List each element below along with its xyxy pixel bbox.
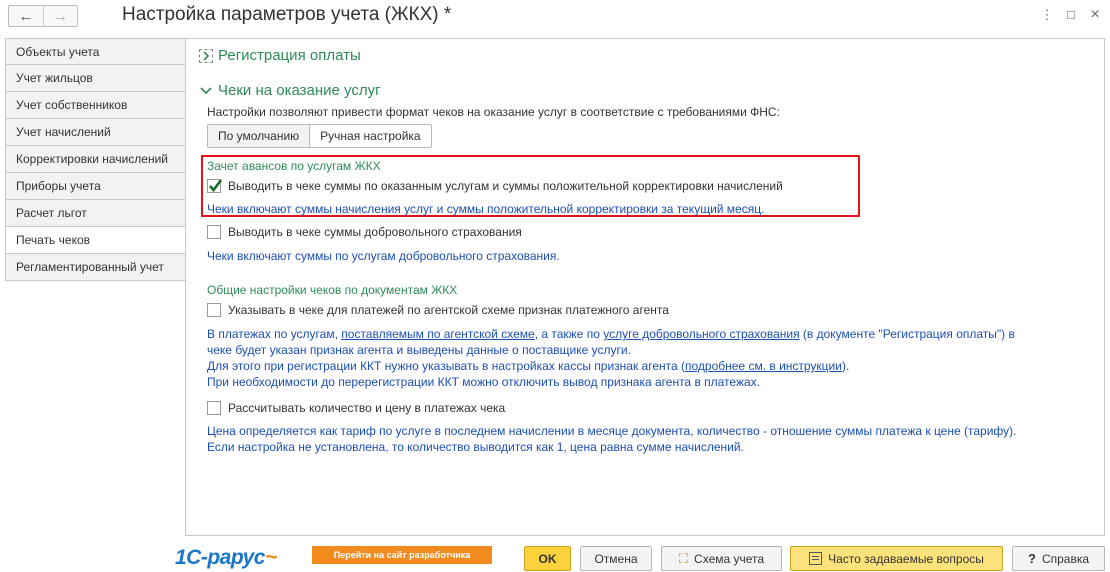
sidebar-item-meters[interactable]: Приборы учета: [5, 173, 186, 200]
agent-checkbox-row[interactable]: Указывать в чеке для платежей по агентск…: [207, 303, 669, 317]
insurance-service-link[interactable]: услуге добровольного страхования: [603, 327, 799, 341]
agent-note-line-4: При необходимости до перерегистрации ККТ…: [207, 375, 760, 389]
receipt-mode-switch: По умолчанию Ручная настройка: [207, 124, 432, 148]
cancel-button[interactable]: Отмена: [580, 546, 652, 571]
advances-note: Чеки включают суммы начисления услуг и с…: [207, 202, 765, 216]
receipts-description: Настройки позволяют привести формат чеко…: [207, 105, 780, 119]
window-title: Настройка параметров учета (ЖКХ) *: [122, 4, 452, 25]
help-label: Справка: [1041, 551, 1090, 566]
agent-note-line-3: Для этого при регистрации ККТ нужно указ…: [207, 358, 1015, 374]
sidebar-item-charges[interactable]: Учет начислений: [5, 119, 186, 146]
advances-checkbox[interactable]: [207, 179, 222, 193]
logo-text: 1С-рарус: [175, 546, 266, 569]
sidebar-item-corrections[interactable]: Корректировки начислений: [5, 146, 186, 173]
more-menu-icon[interactable]: ⋮: [1039, 6, 1055, 24]
qty-note-line-1: Цена определяется как тариф по услуге в …: [207, 424, 1017, 438]
agent-note-text: , а также по: [534, 327, 604, 341]
faq-label: Часто задаваемые вопросы: [828, 551, 984, 566]
qty-note: Цена определяется как тариф по услуге в …: [207, 423, 1016, 455]
document-icon: [809, 552, 823, 565]
developer-site-link[interactable]: Перейти на сайт разработчика: [312, 546, 492, 564]
navigation-buttons: ← →: [8, 5, 78, 27]
agent-note-text: В платежах по услугам,: [207, 327, 342, 341]
payment-group-header[interactable]: Регистрация оплаты: [199, 47, 361, 64]
faq-button[interactable]: Часто задаваемые вопросы: [790, 546, 1003, 571]
insurance-checkbox[interactable]: [207, 225, 221, 239]
scheme-icon: ⛶: [678, 550, 689, 566]
logo-swoosh-icon: ~: [265, 546, 277, 569]
rarus-logo: 1С-рарус~: [175, 546, 277, 570]
sidebar-item-regulated-accounting[interactable]: Регламентированный учет: [5, 254, 186, 281]
sidebar-item-objects[interactable]: Объекты учета: [5, 38, 186, 65]
chevron-down-icon: [199, 84, 213, 98]
general-settings-title: Общие настройки чеков по документам ЖКХ: [207, 283, 458, 297]
agent-checkbox[interactable]: [207, 303, 221, 317]
qty-checkbox-row[interactable]: Рассчитывать количество и цену в платежа…: [207, 401, 505, 415]
chevron-right-icon: [199, 49, 213, 64]
qty-checkbox[interactable]: [207, 401, 221, 415]
close-icon[interactable]: ×: [1087, 6, 1103, 24]
ok-button[interactable]: OK: [524, 546, 571, 571]
agent-checkbox-label: Указывать в чеке для платежей по агентск…: [228, 303, 669, 317]
title-bar: ← → Настройка параметров учета (ЖКХ) * ⋮…: [0, 0, 1110, 34]
advances-title: Зачет авансов по услугам ЖКХ: [207, 159, 381, 173]
maximize-icon[interactable]: □: [1063, 6, 1079, 24]
mode-default-button[interactable]: По умолчанию: [208, 125, 310, 147]
settings-panel: Регистрация оплаты Чеки на оказание услу…: [185, 38, 1105, 536]
agent-note-text: ).: [841, 359, 850, 373]
sidebar: Объекты учета Учет жильцов Учет собствен…: [5, 38, 186, 281]
sidebar-item-owners[interactable]: Учет собственников: [5, 92, 186, 119]
agent-note-line-1: В платежах по услугам, поставляемым по а…: [207, 326, 1015, 342]
agent-note-line-2: чеке будет указан признак агента и вывед…: [207, 343, 631, 357]
accounting-scheme-button[interactable]: ⛶ Схема учета: [661, 546, 782, 571]
accounting-scheme-label: Схема учета: [694, 551, 765, 566]
insurance-note: Чеки включают суммы по услугам доброволь…: [207, 249, 560, 263]
sidebar-item-residents[interactable]: Учет жильцов: [5, 65, 186, 92]
receipts-group-header[interactable]: Чеки на оказание услуг: [199, 82, 381, 99]
agent-note: В платежах по услугам, поставляемым по а…: [207, 326, 1015, 390]
advances-checkbox-row[interactable]: Выводить в чеке суммы по оказанным услуг…: [207, 179, 783, 193]
help-icon: ?: [1027, 551, 1036, 566]
advances-checkbox-label: Выводить в чеке суммы по оказанным услуг…: [228, 179, 783, 193]
agent-scheme-link[interactable]: поставляемым по агентской схеме: [341, 327, 534, 341]
forward-icon[interactable]: →: [42, 6, 77, 26]
qty-checkbox-label: Рассчитывать количество и цену в платежа…: [228, 401, 506, 415]
mode-manual-button[interactable]: Ручная настройка: [309, 125, 431, 147]
sidebar-item-benefits[interactable]: Расчет льгот: [5, 200, 186, 227]
insurance-checkbox-label: Выводить в чеке суммы добровольного стра…: [228, 225, 522, 239]
receipts-group-title: Чеки на оказание услуг: [218, 82, 381, 99]
agent-note-text: Для этого при регистрации ККТ нужно указ…: [207, 359, 685, 373]
back-icon[interactable]: ←: [9, 6, 43, 26]
qty-note-line-2: Если настройка не установлена, то количе…: [207, 440, 744, 454]
help-button[interactable]: ? Справка: [1012, 546, 1105, 571]
payment-group-title: Регистрация оплаты: [218, 47, 361, 64]
insurance-checkbox-row[interactable]: Выводить в чеке суммы добровольного стра…: [207, 225, 522, 239]
instruction-link[interactable]: подробнее см. в инструкции: [685, 359, 842, 373]
sidebar-item-receipt-printing[interactable]: Печать чеков: [5, 227, 186, 254]
agent-note-text: (в документе "Регистрация оплаты") в: [799, 327, 1015, 341]
